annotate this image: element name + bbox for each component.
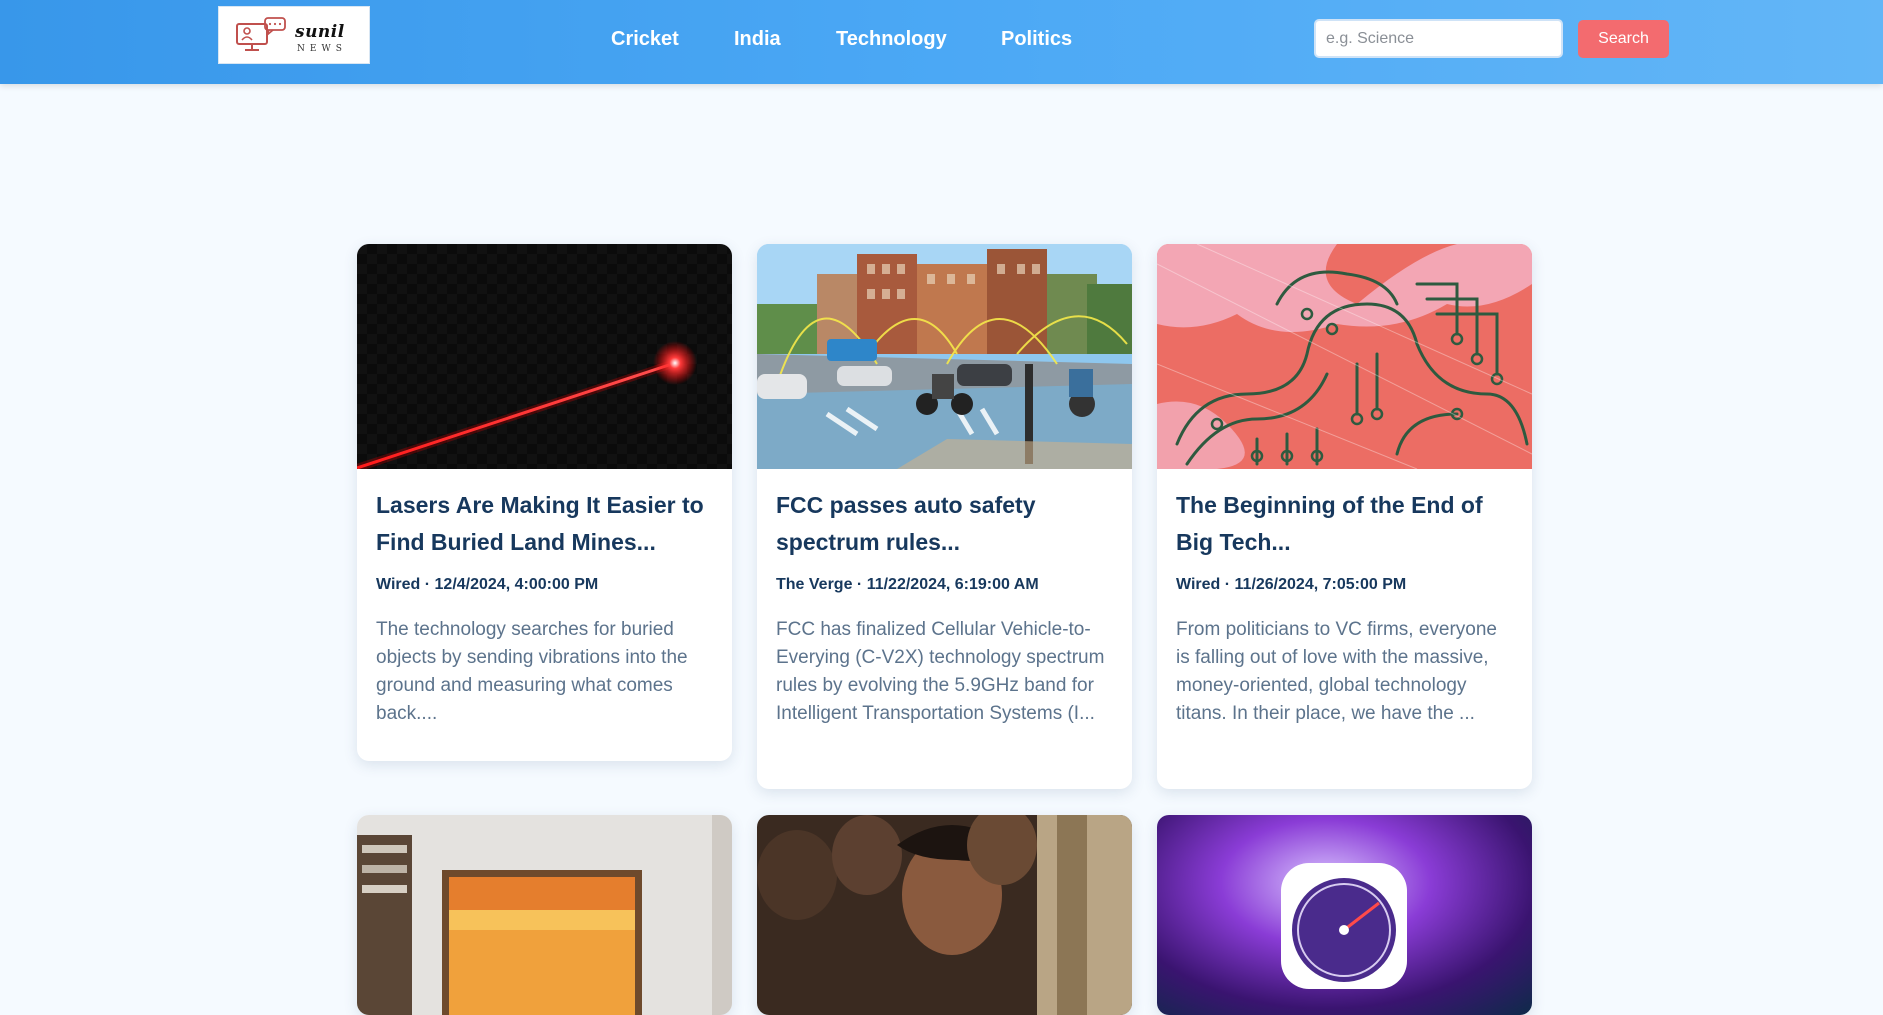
nav-politics[interactable]: Politics bbox=[1001, 26, 1072, 52]
article-meta: The Verge · 11/22/2024, 6:19:00 AM bbox=[776, 576, 1039, 593]
nav-technology[interactable]: Technology bbox=[836, 26, 947, 52]
nav-cricket[interactable]: Cricket bbox=[611, 26, 679, 52]
nav-india[interactable]: India bbox=[734, 26, 781, 52]
article-title[interactable]: Lasers Are Making It Easier to Find Buri… bbox=[376, 487, 713, 561]
article-description: The technology searches for buried objec… bbox=[376, 619, 688, 724]
speedometer-app-image bbox=[1157, 815, 1532, 1015]
crowd-photo-image bbox=[757, 815, 1132, 1015]
article-description: FCC has finalized Cellular Vehicle-to-Ev… bbox=[776, 619, 1105, 724]
news-card[interactable] bbox=[757, 815, 1132, 1015]
news-card[interactable] bbox=[357, 815, 732, 1015]
search-button[interactable]: Search bbox=[1578, 20, 1669, 58]
site-logo[interactable]: sunil NEWS bbox=[218, 6, 370, 64]
article-meta: Wired · 12/4/2024, 4:00:00 PM bbox=[376, 576, 599, 593]
news-card[interactable]: Lasers Are Making It Easier to Find Buri… bbox=[357, 244, 732, 761]
top-header: sunil NEWS Cricket India Technology Poli… bbox=[0, 0, 1883, 84]
news-card[interactable]: FCC passes auto safety spectrum rules...… bbox=[757, 244, 1132, 789]
framed-tv-image bbox=[357, 815, 732, 1015]
laser-beam-image bbox=[357, 244, 732, 469]
news-logo-icon bbox=[236, 17, 286, 51]
logo-subtext: NEWS bbox=[297, 44, 347, 54]
news-card[interactable]: The Beginning of the End of Big Tech... … bbox=[1157, 244, 1532, 789]
search-input[interactable] bbox=[1314, 19, 1563, 58]
news-card[interactable] bbox=[1157, 815, 1532, 1015]
article-meta: Wired · 11/26/2024, 7:05:00 PM bbox=[1176, 576, 1407, 593]
article-title[interactable]: The Beginning of the End of Big Tech... bbox=[1176, 487, 1513, 561]
article-description: From politicians to VC firms, everyone i… bbox=[1176, 619, 1497, 724]
logo-text: sunil bbox=[295, 22, 345, 42]
street-intersection-image bbox=[757, 244, 1132, 469]
article-title[interactable]: FCC passes auto safety spectrum rules... bbox=[776, 487, 1113, 561]
circuit-illustration-image bbox=[1157, 244, 1532, 469]
